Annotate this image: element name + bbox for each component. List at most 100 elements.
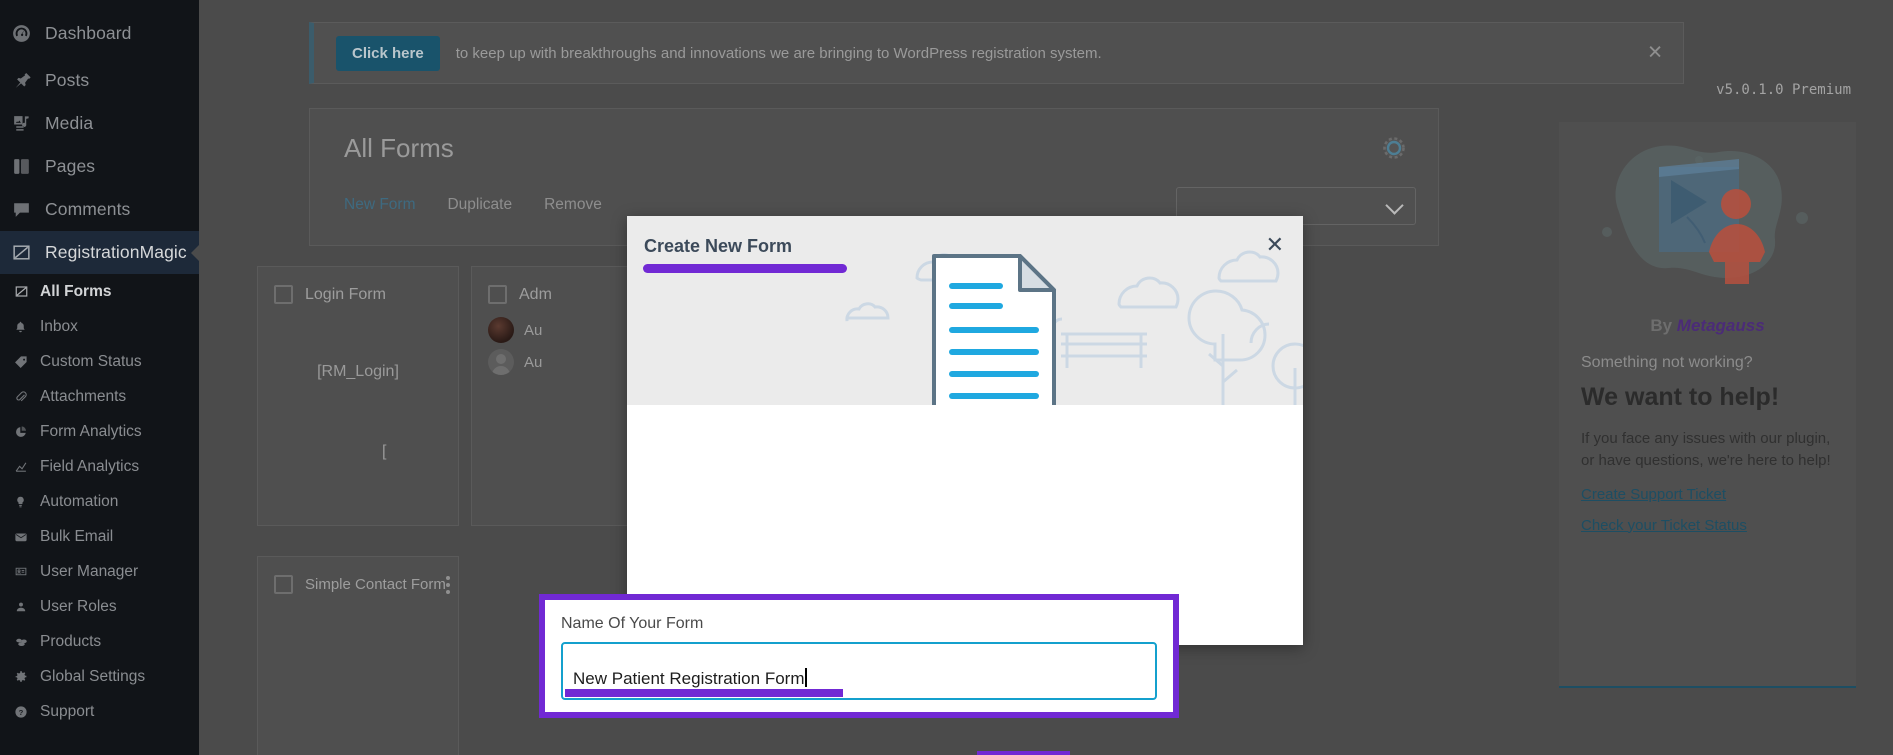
sidebar-item-label: Inbox	[40, 317, 78, 335]
sidebar-item-label: Attachments	[40, 387, 127, 405]
registrationmagic-icon	[11, 242, 45, 263]
sidebar-item-automation[interactable]: Automation	[0, 484, 199, 519]
check-ticket-status-link[interactable]: Check your Ticket Status	[1581, 517, 1834, 534]
sidebar-item-label: Pages	[45, 156, 96, 176]
create-support-ticket-link[interactable]: Create Support Ticket	[1581, 486, 1834, 503]
gear-icon	[14, 670, 40, 684]
boxes-icon	[14, 635, 40, 649]
question-circle-icon: ?	[14, 705, 40, 719]
sidebar-item-label: All Forms	[40, 282, 112, 300]
click-here-button[interactable]: Click here	[336, 35, 440, 71]
media-icon	[11, 113, 45, 134]
panel-tabs: New Form Duplicate Remove	[344, 196, 602, 214]
tab-duplicate[interactable]: Duplicate	[447, 196, 512, 214]
sidebar-item-label: Comments	[45, 199, 131, 219]
tab-new-form[interactable]: New Form	[344, 196, 415, 214]
create-new-form-modal: Create New Form ✕ Name Of Your Form New …	[539, 216, 1303, 755]
form-name-field-group: Name Of Your Form New Patient Registrati…	[539, 594, 1179, 718]
title-underline-highlight	[643, 264, 847, 273]
sidebar-item-label: User Roles	[40, 597, 117, 615]
support-text-block: Something not working? We want to help! …	[1559, 336, 1856, 534]
sidebar-item-dashboard[interactable]: Dashboard	[0, 12, 199, 55]
chevron-down-icon	[1385, 196, 1404, 215]
sidebar-item-label: Media	[45, 113, 94, 133]
kebab-menu-icon[interactable]	[445, 575, 450, 594]
envelope-icon	[14, 530, 40, 544]
form-name-input-value: New Patient Registration Form	[573, 668, 807, 689]
sidebar-item-label: RegistrationMagic	[45, 242, 187, 262]
sidebar-item-label: Global Settings	[40, 667, 146, 685]
forms-icon	[14, 284, 40, 299]
bell-icon	[14, 320, 40, 334]
sidebar-item-all-forms[interactable]: All Forms	[0, 274, 199, 309]
page-title: All Forms	[344, 133, 454, 163]
sidebar-item-label: Form Analytics	[40, 422, 142, 440]
pie-chart-icon	[14, 425, 40, 439]
input-underline-highlight	[565, 689, 843, 697]
card-header: Simple Contact Form	[258, 557, 458, 594]
card-header: Login Form	[258, 267, 458, 304]
sidebar-item-registrationmagic[interactable]: RegistrationMagic	[0, 231, 200, 274]
sidebar-item-custom-status[interactable]: Custom Status	[0, 344, 199, 379]
announcement-text: to keep up with breakthroughs and innova…	[455, 44, 1102, 62]
pages-icon	[11, 156, 45, 177]
author-name: Au	[524, 353, 543, 371]
text-cursor	[805, 668, 807, 687]
sidebar-item-label: Custom Status	[40, 352, 142, 370]
support-paragraph: If you face any issues with our plugin, …	[1581, 430, 1831, 469]
gear-icon[interactable]	[1377, 131, 1411, 165]
support-title: We want to help!	[1581, 383, 1780, 411]
version-label: v5.0.1.0 Premium	[1716, 82, 1851, 98]
sidebar-item-label: Automation	[40, 492, 119, 510]
id-card-icon	[14, 565, 40, 578]
svg-text:?: ?	[19, 707, 24, 716]
sidebar-item-user-manager[interactable]: User Manager	[0, 554, 199, 589]
form-card-login-form[interactable]: Login Form [RM_Login]	[257, 266, 459, 526]
sidebar-item-inbox[interactable]: Inbox	[0, 309, 199, 344]
tab-remove[interactable]: Remove	[544, 196, 602, 214]
divider	[1559, 686, 1856, 688]
form-name: Simple Contact Form	[305, 576, 446, 593]
modal-illustration: Create New Form ✕	[627, 216, 1303, 405]
form-card-simple-contact-form[interactable]: Simple Contact Form	[257, 556, 459, 755]
sidebar-item-form-analytics[interactable]: Form Analytics	[0, 414, 199, 449]
form-name: Login Form	[305, 285, 386, 303]
wp-admin-sidebar: Dashboard Posts Media Pages Comments Reg…	[0, 0, 200, 755]
sidebar-item-global-settings[interactable]: Global Settings	[0, 659, 199, 694]
form-select-checkbox[interactable]	[488, 285, 507, 304]
sidebar-item-attachments[interactable]: Attachments	[0, 379, 199, 414]
author-name: Au	[524, 321, 543, 339]
form-shortcode: [RM_Login]	[317, 363, 399, 380]
paperclip-icon	[14, 390, 40, 404]
sidebar-item-products[interactable]: Products	[0, 624, 199, 659]
sidebar-item-label: Support	[40, 702, 95, 720]
form-name-input[interactable]: New Patient Registration Form	[561, 642, 1157, 700]
form-name: Adm	[519, 285, 552, 303]
sidebar-item-media[interactable]: Media	[0, 102, 199, 145]
screen: Dashboard Posts Media Pages Comments Reg…	[0, 0, 1893, 755]
save-button-highlight: SAVE	[977, 751, 1070, 755]
sidebar-item-label: Posts	[45, 70, 90, 90]
input-text: New Patient Registration Form	[573, 669, 805, 688]
close-icon[interactable]: ✕	[1647, 42, 1663, 65]
sidebar-item-pages[interactable]: Pages	[0, 145, 199, 188]
avatar	[488, 317, 514, 343]
sidebar-item-label: User Manager	[40, 562, 139, 580]
sidebar-item-field-analytics[interactable]: Field Analytics	[0, 449, 199, 484]
pin-icon	[11, 70, 45, 91]
avatar	[488, 349, 514, 375]
sidebar-item-user-roles[interactable]: User Roles	[0, 589, 199, 624]
users-icon	[14, 600, 40, 614]
form-name-label: Name Of Your Form	[561, 615, 704, 632]
form-select-checkbox[interactable]	[274, 575, 293, 594]
sidebar-item-posts[interactable]: Posts	[0, 59, 199, 102]
sidebar-item-label: Products	[40, 632, 102, 650]
sidebar-item-bulk-email[interactable]: Bulk Email	[0, 519, 199, 554]
bulb-icon	[14, 495, 40, 509]
sidebar-item-label: Field Analytics	[40, 457, 140, 475]
close-icon[interactable]: ✕	[1266, 234, 1284, 256]
announcement-banner: Click here to keep up with breakthroughs…	[309, 22, 1684, 84]
form-select-checkbox[interactable]	[274, 285, 293, 304]
sidebar-item-support[interactable]: ? Support	[0, 694, 199, 729]
sidebar-item-comments[interactable]: Comments	[0, 188, 199, 231]
